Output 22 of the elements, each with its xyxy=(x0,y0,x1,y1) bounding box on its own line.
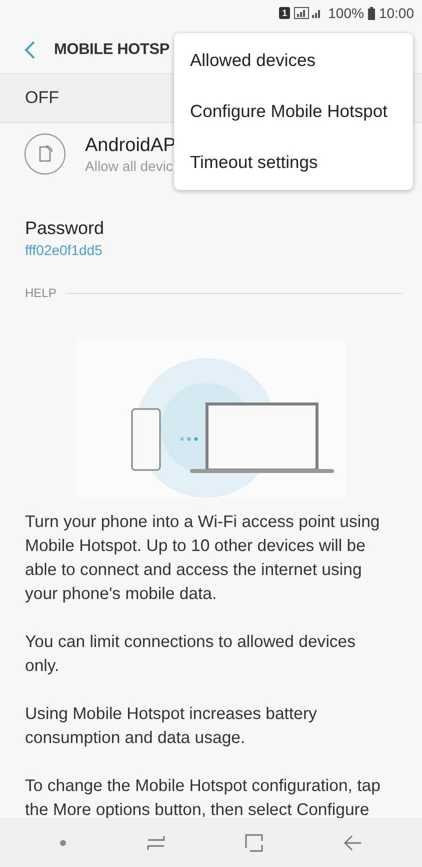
menu-item[interactable]: Configure Mobile Hotspot xyxy=(174,86,413,137)
password-label: Password xyxy=(25,218,106,239)
network-subtitle: Allow all devic xyxy=(85,158,174,174)
battery-percentage: 100% xyxy=(328,5,364,21)
hotspot-icon xyxy=(24,133,66,175)
dot-icon xyxy=(60,840,66,846)
clock: 10:00 xyxy=(378,5,414,21)
help-paragraph: You can limit connections to allowed devices only. xyxy=(25,631,357,677)
menu-item[interactable]: Allowed devices xyxy=(174,35,413,86)
home-icon[interactable] xyxy=(245,834,264,852)
battery-icon xyxy=(368,6,375,20)
screen-title: MOBILE HOTSP xyxy=(54,40,170,58)
sim-indicator: 1 xyxy=(279,7,290,19)
recents-icon[interactable] xyxy=(146,834,165,850)
password-value: fff02e0f1dd5 xyxy=(25,242,104,258)
help-paragraph: Using Mobile Hotspot increases battery consumption and data usage. xyxy=(25,703,318,749)
back-icon[interactable] xyxy=(24,40,36,58)
menu-item[interactable]: Timeout settings xyxy=(174,137,413,188)
back-icon[interactable] xyxy=(344,834,362,850)
network-name[interactable]: AndroidAP xyxy=(85,134,176,156)
section-heading: HELP xyxy=(25,286,56,300)
help-paragraph: Turn your phone into a Wi-Fi access point using Mobile Hotspot. Up to 10 other devices will be able to connect and access the internet using your phone's mobile data. xyxy=(25,511,381,605)
